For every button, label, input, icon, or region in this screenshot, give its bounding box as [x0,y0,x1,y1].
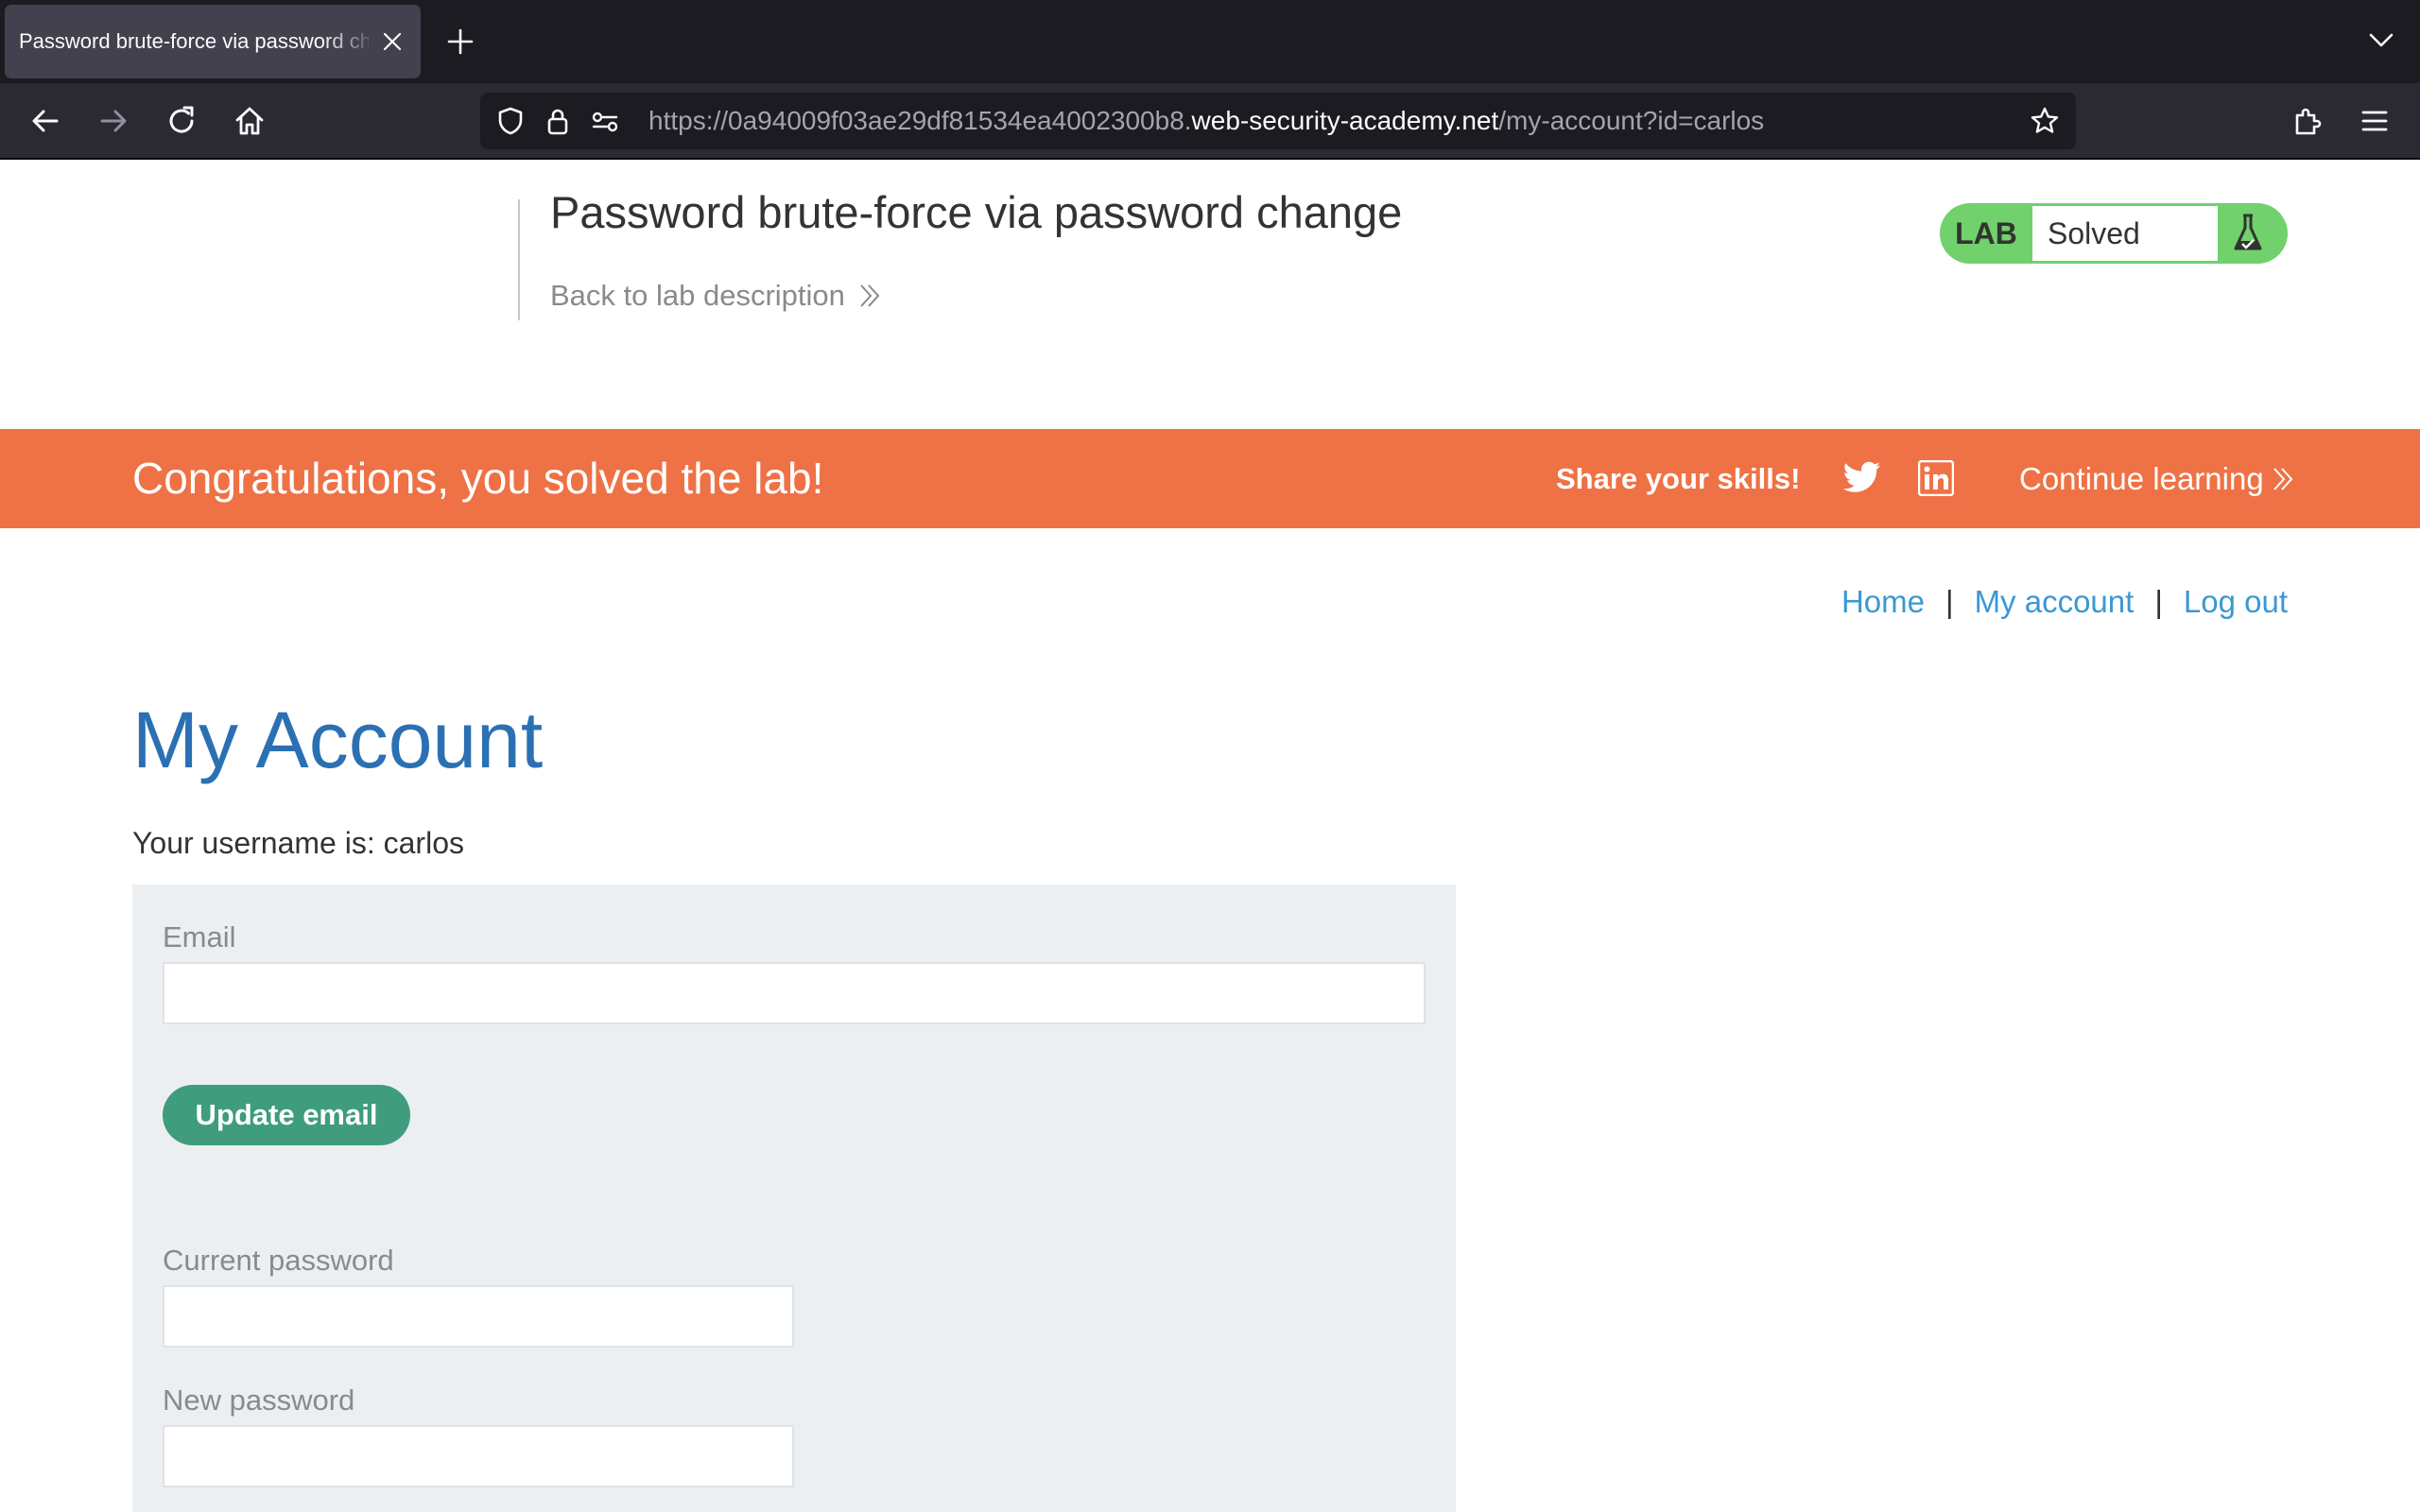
current-password-label: Current password [163,1244,394,1277]
banner-message: Congratulations, you solved the lab! [132,454,824,503]
bookmark-star-icon[interactable] [2030,106,2060,136]
email-label: Email [163,920,236,954]
linkedin-icon[interactable] [1918,460,1954,496]
browser-nav-bar: https://0a94009f03ae29df81534ea4002300b8… [0,83,2420,160]
url-text[interactable]: https://0a94009f03ae29df81534ea4002300b8… [648,93,1764,149]
browser-tab-active[interactable]: Password brute-force via password change [5,5,421,78]
header-divider [518,199,520,320]
double-chevron-right-icon [860,284,880,307]
new-password-input[interactable] [163,1425,794,1487]
lab-title: Password brute-force via password change [550,187,1403,237]
close-tab-icon[interactable] [381,30,404,53]
nav-my-account-link[interactable]: My account [1975,584,2135,620]
username-text: Your username is: carlos [132,826,464,860]
continue-learning-link[interactable]: Continue learning [2019,429,2294,528]
double-chevron-right-icon [2273,467,2293,490]
account-nav: Home | My account | Log out [1841,584,2288,620]
chevron-down-icon[interactable] [2369,30,2394,49]
lab-status-text: Solved [2032,206,2218,261]
nav-separator: | [1945,584,1954,619]
menu-icon[interactable] [2358,104,2392,138]
congratulations-banner: Congratulations, you solved the lab! Sha… [0,429,2420,528]
update-email-button[interactable]: Update email [163,1085,410,1145]
nav-home-link[interactable]: Home [1841,584,1925,620]
current-password-input[interactable] [163,1285,794,1348]
tab-title-fade [321,5,378,78]
back-arrow-icon[interactable] [28,104,62,138]
home-icon[interactable] [233,104,267,138]
page-title: My Account [132,696,544,784]
new-password-label: New password [163,1383,355,1417]
lab-status-badge: LAB Solved [1940,203,2288,264]
browser-tab-bar: Password brute-force via password change [0,0,2420,83]
back-to-lab-description-link[interactable]: Back to lab description [550,279,881,313]
lab-badge-label: LAB [1955,216,2017,250]
share-skills-label: Share your skills! [1556,462,1801,495]
flask-icon [2221,211,2274,256]
tab-title: Password brute-force via password change [19,29,369,53]
account-form-panel: Email Update email Current password New … [132,885,1456,1512]
url-prefix: https://0a94009f03ae29df81534ea4002300b8… [648,106,1192,135]
continue-learning-label: Continue learning [2019,461,2264,496]
email-input[interactable] [163,962,1426,1024]
lock-icon[interactable] [543,106,573,136]
reload-icon[interactable] [164,104,199,138]
nav-logout-link[interactable]: Log out [2184,584,2288,620]
nav-separator: | [2154,584,2163,619]
url-path: /my-account?id=carlos [1498,106,1765,135]
url-host: web-security-academy.net [1191,106,1499,135]
twitter-icon[interactable] [1843,461,1881,495]
back-link-label: Back to lab description [550,279,845,312]
extensions-icon[interactable] [2290,104,2324,138]
url-bar[interactable]: https://0a94009f03ae29df81534ea4002300b8… [480,93,2076,149]
lab-header: Password brute-force via password change… [0,162,2420,429]
new-tab-icon[interactable] [447,28,474,55]
permissions-icon[interactable] [590,106,620,136]
forward-arrow-icon[interactable] [96,104,130,138]
shield-icon[interactable] [495,106,526,136]
